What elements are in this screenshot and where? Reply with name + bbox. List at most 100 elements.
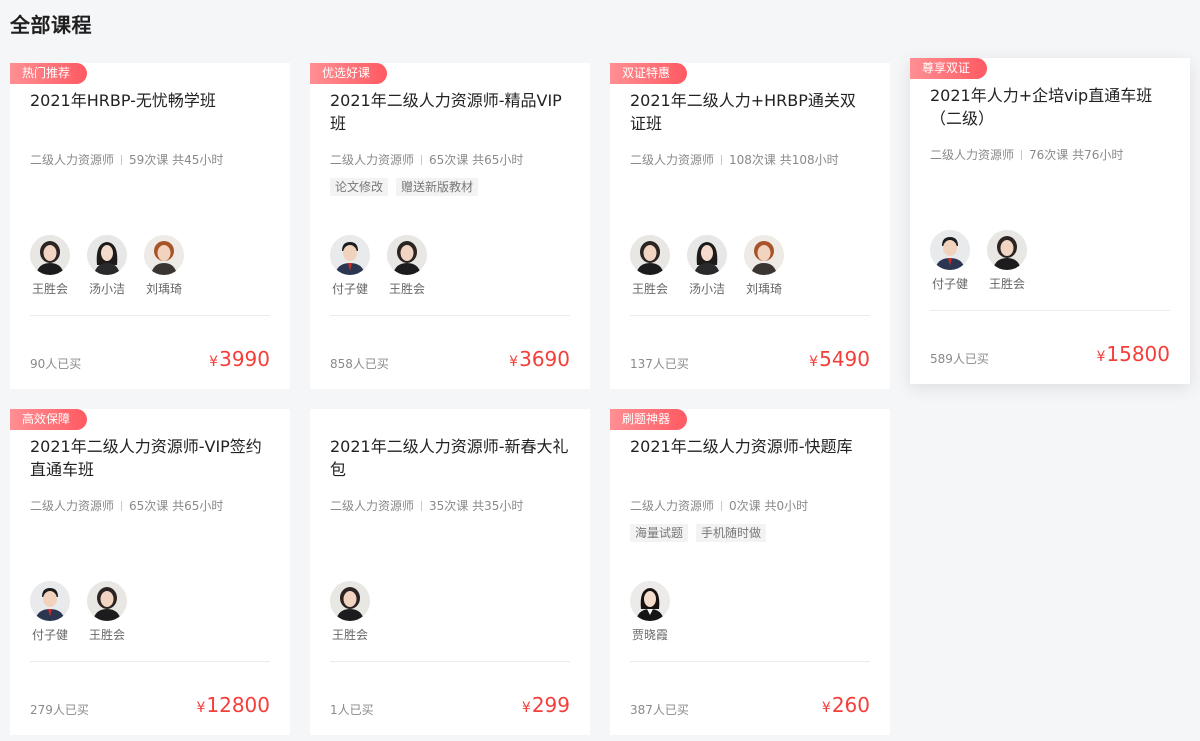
course-card[interactable]: 双证特惠 2021年二级人力+HRBP通关双证班 二级人力资源师 108次课 共1… [610, 63, 890, 389]
teacher[interactable]: 汤小洁 [687, 235, 727, 297]
course-lessons: 0次课 共0小时 [729, 499, 809, 513]
course-price: ¥260 [822, 693, 870, 717]
teacher[interactable]: 王胜会 [630, 235, 670, 297]
course-meta: 二级人力资源师 0次课 共0小时 [630, 497, 808, 514]
teacher[interactable]: 王胜会 [387, 235, 427, 297]
course-meta: 二级人力资源师 59次课 共45小时 [30, 151, 223, 168]
teacher-avatar [330, 581, 370, 621]
teacher[interactable]: 王胜会 [987, 230, 1027, 292]
currency-symbol: ¥ [521, 700, 531, 716]
course-title[interactable]: 2021年人力+企培vip直通车班（二级） [930, 84, 1170, 130]
course-category: 二级人力资源师 [630, 499, 715, 513]
course-ribbon-tag: 高效保障 [10, 409, 87, 430]
course-card[interactable]: 2021年二级人力资源师-新春大礼包 二级人力资源师 35次课 共35小时 王胜会… [310, 409, 590, 735]
course-card[interactable]: 高效保障 2021年二级人力资源师-VIP签约直通车班 二级人力资源师 65次课 … [10, 409, 290, 735]
course-card[interactable]: 优选好课 2021年二级人力资源师-精品VIP班 二级人力资源师 65次课 共65… [310, 63, 590, 389]
teacher[interactable]: 王胜会 [87, 581, 127, 643]
teacher-list: 付子健 王胜会 [930, 230, 1027, 292]
feature-tags: 海量试题 手机随时做 [630, 524, 767, 542]
course-lessons: 108次课 共108小时 [729, 153, 839, 167]
buyer-count: 137人已买 [630, 357, 689, 371]
course-card[interactable]: 刷题神器 2021年二级人力资源师-快题库 二级人力资源师 0次课 共0小时 海量… [610, 409, 890, 735]
teacher-name: 刘瑀琦 [745, 282, 782, 296]
teacher-avatar [387, 235, 427, 275]
course-title[interactable]: 2021年二级人力资源师-精品VIP班 [330, 89, 570, 135]
course-meta: 二级人力资源师 65次课 共65小时 [30, 497, 223, 514]
course-lessons: 76次课 共76小时 [1029, 148, 1124, 162]
price-value: 260 [831, 693, 870, 717]
meta-divider [421, 155, 423, 165]
teacher-name: 王胜会 [388, 282, 425, 296]
teacher-avatar [330, 235, 370, 275]
course-ribbon-tag: 尊享双证 [910, 58, 987, 79]
teacher-list: 王胜会 [330, 581, 370, 643]
divider [330, 315, 570, 316]
meta-divider [721, 501, 723, 511]
course-meta: 二级人力资源师 76次课 共76小时 [930, 146, 1123, 163]
teacher-name: 付子健 [331, 282, 368, 296]
meta-divider [121, 501, 123, 511]
divider [30, 315, 270, 316]
page-title: 全部课程 [10, 13, 92, 37]
teacher[interactable]: 王胜会 [30, 235, 70, 297]
teacher-avatar [144, 235, 184, 275]
course-title[interactable]: 2021年二级人力+HRBP通关双证班 [630, 89, 870, 135]
teacher-name: 付子健 [31, 628, 68, 642]
course-title[interactable]: 2021年二级人力资源师-新春大礼包 [330, 435, 570, 481]
teacher-name: 付子健 [931, 277, 968, 291]
price-value: 12800 [206, 693, 270, 717]
course-price: ¥15800 [1096, 342, 1170, 366]
teacher[interactable]: 刘瑀琦 [744, 235, 784, 297]
teacher-name: 王胜会 [31, 282, 68, 296]
teacher[interactable]: 刘瑀琦 [144, 235, 184, 297]
course-category: 二级人力资源师 [330, 499, 415, 513]
price-value: 299 [531, 693, 570, 717]
feature-tag: 赠送新版教材 [396, 178, 479, 196]
teacher-name: 刘瑀琦 [145, 282, 182, 296]
course-title[interactable]: 2021年二级人力资源师-快题库 [630, 435, 870, 458]
buyer-count: 1人已买 [330, 703, 374, 717]
teacher-avatar [87, 235, 127, 275]
teacher-avatar [30, 235, 70, 275]
course-category: 二级人力资源师 [630, 153, 715, 167]
buyer-count: 858人已买 [330, 357, 389, 371]
course-title[interactable]: 2021年HRBP-无忧畅学班 [30, 89, 270, 112]
teacher[interactable]: 贾晓霞 [630, 581, 670, 643]
teacher[interactable]: 王胜会 [330, 581, 370, 643]
course-category: 二级人力资源师 [30, 499, 115, 513]
course-price: ¥299 [522, 693, 570, 717]
course-lessons: 59次课 共45小时 [129, 153, 224, 167]
teacher[interactable]: 付子健 [330, 235, 370, 297]
currency-symbol: ¥ [1096, 349, 1106, 365]
divider [930, 310, 1170, 311]
teacher-name: 王胜会 [631, 282, 668, 296]
feature-tag: 海量试题 [630, 524, 689, 542]
teacher[interactable]: 汤小洁 [87, 235, 127, 297]
price-value: 3990 [219, 347, 270, 371]
feature-tag: 论文修改 [330, 178, 389, 196]
teacher-name: 贾晓霞 [631, 628, 668, 642]
meta-divider [1021, 150, 1023, 160]
teacher-list: 王胜会 汤小洁 刘瑀琦 [630, 235, 784, 297]
divider [30, 661, 270, 662]
course-card[interactable]: 热门推荐 2021年HRBP-无忧畅学班 二级人力资源师 59次课 共45小时 王… [10, 63, 290, 389]
course-meta: 二级人力资源师 65次课 共65小时 [330, 151, 523, 168]
course-title[interactable]: 2021年二级人力资源师-VIP签约直通车班 [30, 435, 270, 481]
currency-symbol: ¥ [196, 700, 206, 716]
divider [630, 661, 870, 662]
teacher-avatar [744, 235, 784, 275]
teacher[interactable]: 付子健 [930, 230, 970, 292]
course-ribbon-tag: 刷题神器 [610, 409, 687, 430]
buyer-count: 90人已买 [30, 357, 82, 371]
teacher-name: 王胜会 [88, 628, 125, 642]
teacher-name: 王胜会 [988, 277, 1025, 291]
teacher[interactable]: 付子健 [30, 581, 70, 643]
price-value: 15800 [1106, 342, 1170, 366]
course-category: 二级人力资源师 [330, 153, 415, 167]
course-card[interactable]: 尊享双证 2021年人力+企培vip直通车班（二级） 二级人力资源师 76次课 共… [910, 58, 1190, 384]
course-ribbon-tag: 优选好课 [310, 63, 387, 84]
teacher-name: 王胜会 [331, 628, 368, 642]
divider [630, 315, 870, 316]
currency-symbol: ¥ [809, 354, 819, 370]
price-value: 3690 [519, 347, 570, 371]
